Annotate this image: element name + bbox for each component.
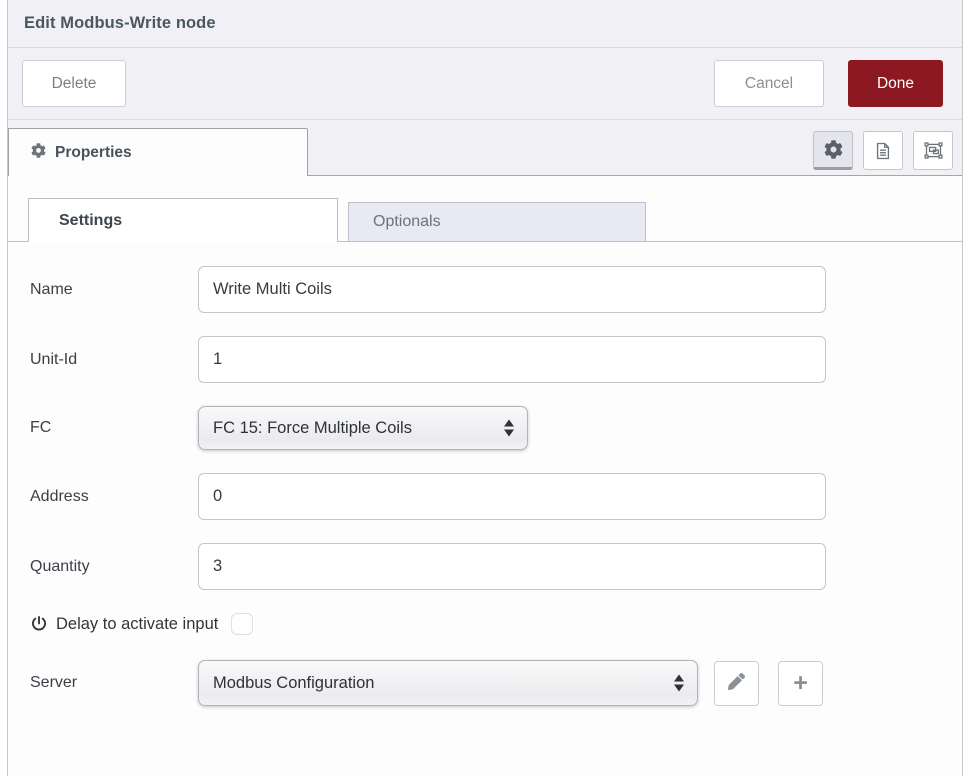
description-view-button[interactable]	[863, 131, 903, 170]
appearance-view-button[interactable]	[913, 131, 953, 170]
tray-toolbar: Delete Cancel Done	[8, 48, 962, 120]
select-spinner-icon	[674, 675, 684, 692]
delay-checkbox[interactable]	[231, 613, 253, 635]
document-icon	[873, 141, 893, 161]
editor-tab-bar: Properties	[8, 120, 962, 176]
quantity-row: Quantity	[30, 543, 962, 590]
fc-select-value: FC 15: Force Multiple Coils	[213, 419, 412, 438]
edit-node-tray: Edit Modbus-Write node Delete Cancel Don…	[7, 0, 963, 776]
tab-action-buttons	[813, 131, 953, 170]
delay-row: Delay to activate input	[30, 613, 962, 635]
properties-view-button[interactable]	[813, 131, 853, 170]
address-row: Address	[30, 473, 962, 520]
tab-settings[interactable]: Settings	[28, 198, 338, 242]
delete-button[interactable]: Delete	[22, 60, 126, 107]
name-input[interactable]	[198, 266, 826, 313]
tray-header: Edit Modbus-Write node	[8, 0, 962, 48]
done-button[interactable]: Done	[848, 60, 943, 107]
tab-settings-label: Settings	[59, 212, 122, 230]
fc-row: FC FC 15: Force Multiple Coils	[30, 406, 962, 450]
plus-icon: +	[793, 671, 808, 696]
quantity-label: Quantity	[30, 558, 198, 576]
object-group-icon	[923, 140, 944, 161]
properties-panel: Settings Optionals Name Unit-Id FC FC 15…	[8, 176, 962, 776]
fc-select[interactable]: FC 15: Force Multiple Coils	[198, 406, 528, 450]
tab-properties[interactable]: Properties	[8, 128, 308, 176]
server-label: Server	[30, 674, 198, 692]
page-title: Edit Modbus-Write node	[24, 14, 216, 33]
pencil-icon	[728, 673, 745, 693]
tab-optionals[interactable]: Optionals	[348, 202, 646, 241]
address-input[interactable]	[198, 473, 826, 520]
unit-id-input[interactable]	[198, 336, 826, 383]
settings-form: Name Unit-Id FC FC 15: Force Multiple Co…	[8, 242, 962, 706]
select-spinner-icon	[504, 420, 514, 437]
add-server-button[interactable]: +	[778, 661, 823, 706]
fc-label: FC	[30, 419, 198, 437]
address-label: Address	[30, 488, 198, 506]
server-select[interactable]: Modbus Configuration	[198, 660, 698, 706]
name-row: Name	[30, 266, 962, 313]
tab-properties-label: Properties	[55, 144, 132, 162]
tab-optionals-label: Optionals	[373, 213, 441, 231]
name-label: Name	[30, 281, 198, 299]
cancel-button[interactable]: Cancel	[714, 60, 824, 107]
server-select-value: Modbus Configuration	[213, 674, 374, 693]
server-row: Server Modbus Configuration +	[30, 660, 962, 706]
unit-id-label: Unit-Id	[30, 351, 198, 369]
quantity-input[interactable]	[198, 543, 826, 590]
gear-icon	[824, 140, 843, 159]
power-icon	[30, 615, 48, 633]
delay-label: Delay to activate input	[56, 615, 218, 634]
settings-tab-bar: Settings Optionals	[8, 198, 962, 242]
edit-server-button[interactable]	[714, 661, 759, 706]
unit-id-row: Unit-Id	[30, 336, 962, 383]
gear-icon	[31, 143, 46, 163]
